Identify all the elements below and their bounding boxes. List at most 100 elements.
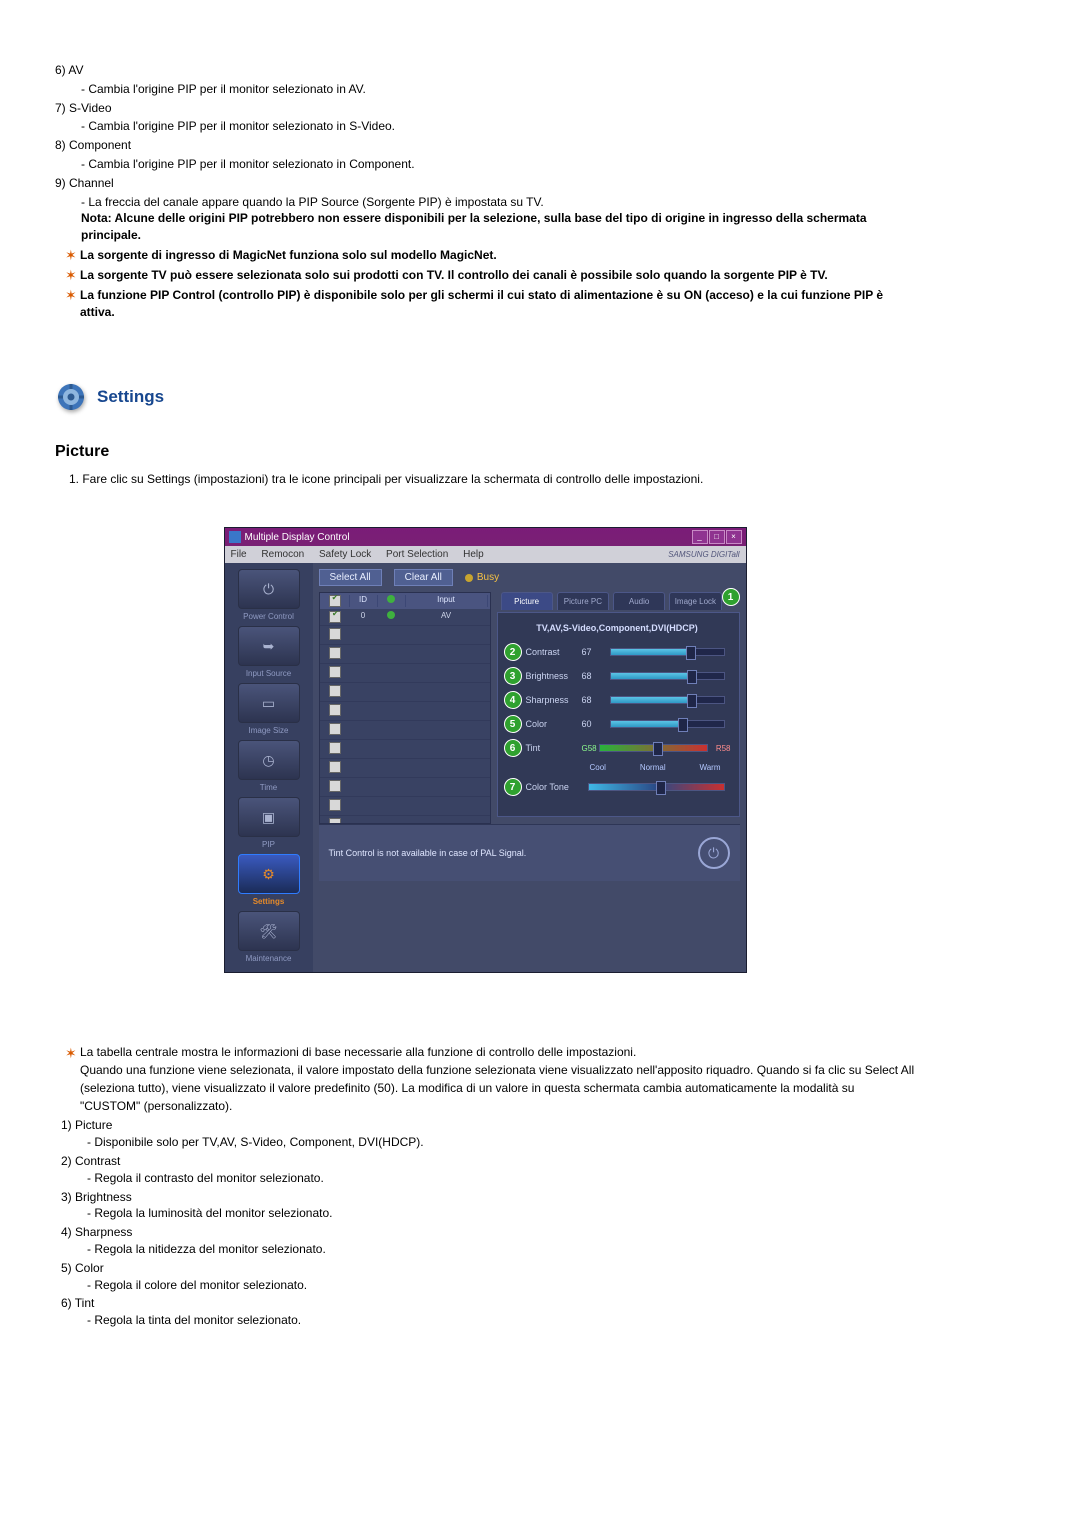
gear-icon bbox=[55, 381, 87, 413]
window-controls[interactable]: _□× bbox=[691, 530, 742, 544]
callout-3: 3 bbox=[504, 667, 522, 685]
menubar: File Remocon Safety Lock Port Selection … bbox=[225, 546, 746, 563]
tone-labels: Cool Normal Warm bbox=[590, 763, 721, 772]
brand-label: SAMSUNG DIGITall bbox=[668, 550, 739, 559]
tab-picture[interactable]: Picture bbox=[501, 592, 553, 610]
tint-slider[interactable] bbox=[599, 744, 708, 752]
window-title: Multiple Display Control bbox=[245, 532, 350, 543]
tone-normal: Normal bbox=[640, 763, 666, 772]
menu-file[interactable]: File bbox=[231, 549, 247, 560]
star-note-3: ✶ La funzione PIP Control (controllo PIP… bbox=[65, 287, 915, 321]
picture-title: Picture bbox=[55, 443, 915, 461]
sidebar-settings[interactable]: ⚙ bbox=[238, 854, 300, 894]
sidebar-maintenance[interactable]: 🛠 bbox=[238, 911, 300, 951]
li9-label: Channel bbox=[69, 176, 114, 190]
callout-1: 1 bbox=[722, 588, 740, 606]
callout-4: 4 bbox=[504, 691, 522, 709]
bl5-desc: - Regola il colore del monitor seleziona… bbox=[87, 1277, 915, 1294]
note-text: Nota: Alcune delle origini PIP potrebber… bbox=[81, 210, 915, 244]
sidebar-power-label: Power Control bbox=[243, 612, 294, 621]
tab-imagelock[interactable]: Image Lock bbox=[669, 592, 721, 610]
color-label: Color bbox=[526, 719, 582, 729]
color-value: 60 bbox=[582, 719, 610, 729]
table-row[interactable]: 0 AV bbox=[320, 609, 490, 626]
tint-row: 6 Tint G58 R58 bbox=[504, 739, 731, 757]
sidebar-time[interactable]: ◷ bbox=[238, 740, 300, 780]
sidebar-pip-label: PIP bbox=[262, 840, 275, 849]
bl1-label: Picture bbox=[75, 1118, 112, 1132]
tab-picturepc[interactable]: Picture PC bbox=[557, 592, 609, 610]
sharpness-slider[interactable] bbox=[610, 696, 725, 704]
bottom-star: ✶ La tabella centrale mostra le informaz… bbox=[65, 1043, 915, 1115]
sidebar-power[interactable]: ⏻ bbox=[238, 569, 300, 609]
bottom-star-line: La tabella centrale mostra le informazio… bbox=[80, 1045, 636, 1059]
color-slider[interactable] bbox=[610, 720, 725, 728]
bl-4: 4) Sharpness bbox=[61, 1224, 915, 1241]
top-list: 6) AV - Cambia l'origine PIP per il moni… bbox=[55, 62, 915, 244]
li8-desc: - Cambia l'origine PIP per il monitor se… bbox=[81, 156, 915, 173]
sidebar: ⏻ Power Control ➥ Input Source ▭ Image S… bbox=[225, 563, 313, 972]
bl3-desc: - Regola la luminosità del monitor selez… bbox=[87, 1205, 915, 1222]
menu-safety[interactable]: Safety Lock bbox=[319, 549, 371, 560]
tint-label: Tint bbox=[526, 743, 582, 753]
contrast-row: 2 Contrast 67 bbox=[504, 643, 731, 661]
th-id: ID bbox=[350, 595, 378, 607]
menu-help[interactable]: Help bbox=[463, 549, 484, 560]
power-icon[interactable]: ⏻ bbox=[698, 837, 730, 869]
tab-audio[interactable]: Audio bbox=[613, 592, 665, 610]
sidebar-pip[interactable]: ▣ bbox=[238, 797, 300, 837]
star-icon: ✶ bbox=[65, 267, 79, 284]
titlebar: Multiple Display Control _□× bbox=[225, 528, 746, 546]
app-window: Multiple Display Control _□× File Remoco… bbox=[224, 527, 747, 973]
bl2-desc: - Regola il contrasto del monitor selezi… bbox=[87, 1170, 915, 1187]
minimize-button[interactable]: _ bbox=[692, 530, 708, 544]
contrast-label: Contrast bbox=[526, 647, 582, 657]
maximize-button[interactable]: □ bbox=[709, 530, 725, 544]
color-row: 5 Color 60 bbox=[504, 715, 731, 733]
settings-heading: Settings bbox=[55, 381, 915, 413]
sidebar-image-label: Image Size bbox=[248, 726, 288, 735]
select-all-button[interactable]: Select All bbox=[319, 569, 382, 586]
menu-port[interactable]: Port Selection bbox=[386, 549, 448, 560]
menu-remocon[interactable]: Remocon bbox=[261, 549, 304, 560]
brightness-label: Brightness bbox=[526, 671, 582, 681]
th-chk bbox=[322, 595, 350, 607]
bottom-para: Quando una funzione viene selezionata, i… bbox=[80, 1063, 914, 1113]
close-button[interactable]: × bbox=[726, 530, 742, 544]
footer-bar: Tint Control is not available in case of… bbox=[319, 824, 740, 881]
row-input: AV bbox=[405, 611, 488, 623]
li6-label: AV bbox=[68, 63, 83, 77]
bl-6: 6) Tint bbox=[61, 1295, 915, 1312]
colortone-label: Color Tone bbox=[526, 782, 582, 792]
tone-cool: Cool bbox=[590, 763, 606, 772]
sidebar-settings-label: Settings bbox=[253, 897, 285, 906]
tint-r-value: R58 bbox=[716, 744, 731, 753]
li7-label: S-Video bbox=[69, 101, 111, 115]
bl-3: 3) Brightness bbox=[61, 1189, 915, 1206]
status-dot-icon bbox=[387, 611, 395, 619]
busy-indicator: Busy bbox=[465, 572, 499, 583]
star-icon: ✶ bbox=[65, 247, 79, 264]
brightness-slider[interactable] bbox=[610, 672, 725, 680]
bl-2: 2) Contrast bbox=[61, 1153, 915, 1170]
clear-all-button[interactable]: Clear All bbox=[394, 569, 453, 586]
list-item-9: 9) Channel bbox=[55, 175, 915, 192]
contrast-slider[interactable] bbox=[610, 648, 725, 656]
settings-title: Settings bbox=[97, 387, 164, 407]
sharpness-row: 4 Sharpness 68 bbox=[504, 691, 731, 709]
tabs: Picture Picture PC Audio Image Lock bbox=[497, 592, 722, 610]
sidebar-input[interactable]: ➥ bbox=[238, 626, 300, 666]
tab-body: TV,AV,S-Video,Component,DVI(HDCP) 2 Cont… bbox=[497, 612, 740, 817]
sidebar-image[interactable]: ▭ bbox=[238, 683, 300, 723]
star-note-3-text: La funzione PIP Control (controllo PIP) … bbox=[80, 287, 915, 321]
colortone-slider[interactable] bbox=[588, 783, 725, 791]
sharpness-label: Sharpness bbox=[526, 695, 582, 705]
callout-2: 2 bbox=[504, 643, 522, 661]
row-checkbox[interactable] bbox=[329, 611, 341, 623]
busy-label: Busy bbox=[477, 572, 499, 583]
li6-desc: - Cambia l'origine PIP per il monitor se… bbox=[81, 81, 915, 98]
header-line: TV,AV,S-Video,Component,DVI(HDCP) bbox=[504, 623, 731, 633]
star-note-2-text: La sorgente TV può essere selezionata so… bbox=[80, 267, 915, 284]
star-icon: ✶ bbox=[65, 287, 79, 304]
toolbar: Select All Clear All Busy bbox=[319, 569, 740, 586]
